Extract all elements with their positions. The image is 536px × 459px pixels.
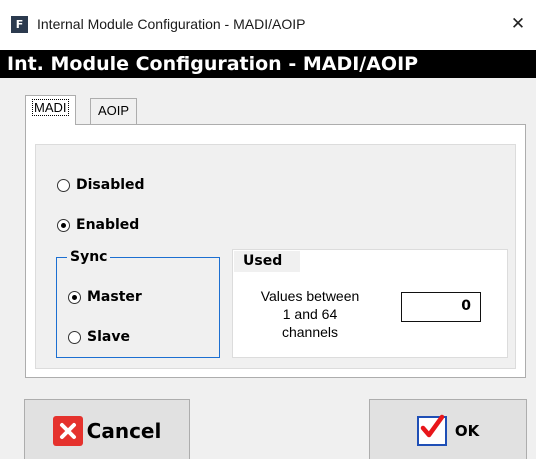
disabled-radio-label: Disabled bbox=[76, 177, 145, 193]
used-description-line-2: 1 and 64 bbox=[282, 306, 338, 322]
tab-aoip-label: AOIP bbox=[98, 103, 130, 118]
page-title: Int. Module Configuration - MADI/AOIP bbox=[0, 50, 536, 78]
ok-button-label: OK bbox=[454, 422, 480, 440]
channels-used-input[interactable]: 0 bbox=[401, 292, 481, 322]
cancel-button-label: Cancel bbox=[86, 419, 162, 443]
ok-button[interactable]: OK bbox=[369, 399, 527, 459]
tab-aoip[interactable]: AOIP bbox=[90, 98, 138, 125]
cancel-x-icon bbox=[52, 416, 83, 446]
window-titlebar: F Internal Module Configuration - MADI/A… bbox=[0, 0, 536, 50]
close-icon[interactable]: ✕ bbox=[506, 12, 530, 36]
used-description-line-1: Values between bbox=[260, 288, 360, 304]
tab-madi[interactable]: MADI bbox=[25, 95, 76, 125]
sync-title: Sync bbox=[67, 249, 111, 265]
used-description-line-3: channels bbox=[281, 324, 339, 340]
used-title: Used bbox=[234, 251, 300, 272]
master-radio-circle bbox=[68, 290, 81, 304]
tab-madi-label: MADI bbox=[32, 99, 69, 116]
window-title: Internal Module Configuration - MADI/AOI… bbox=[37, 16, 306, 32]
disabled-radio[interactable]: Disabled bbox=[57, 177, 145, 193]
slave-radio[interactable]: Slave bbox=[68, 329, 130, 345]
checkmark-icon bbox=[416, 414, 447, 446]
enabled-radio[interactable]: Enabled bbox=[57, 217, 139, 233]
disabled-radio-circle bbox=[57, 178, 70, 192]
master-radio[interactable]: Master bbox=[68, 289, 142, 305]
slave-radio-label: Slave bbox=[87, 329, 130, 345]
used-description: Values between 1 and 64 channels bbox=[241, 287, 379, 341]
master-radio-label: Master bbox=[87, 289, 142, 305]
app-icon: F bbox=[11, 16, 28, 33]
enabled-radio-label: Enabled bbox=[76, 217, 140, 233]
slave-radio-circle bbox=[68, 330, 81, 344]
enabled-radio-circle bbox=[57, 218, 70, 232]
cancel-button[interactable]: Cancel bbox=[24, 399, 190, 459]
